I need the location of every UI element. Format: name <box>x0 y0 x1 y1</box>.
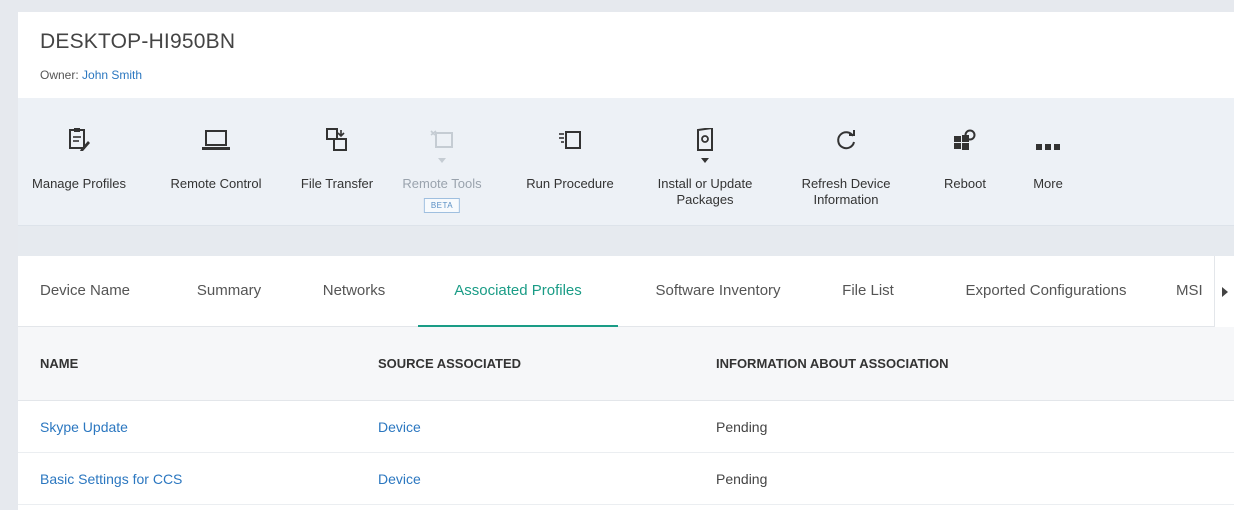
remote-control-button[interactable]: Remote Control <box>156 98 276 226</box>
source-link[interactable]: Device <box>378 401 421 453</box>
remote-tools-label: Remote Tools <box>402 176 482 191</box>
tab-summary[interactable]: Summary <box>186 256 272 327</box>
source-link[interactable]: Device <box>378 453 421 505</box>
tab-associated-profiles[interactable]: Associated Profiles <box>418 256 618 328</box>
section-divider <box>18 226 1234 256</box>
column-header-name[interactable]: NAME <box>40 327 78 401</box>
chevron-right-icon <box>1221 286 1228 297</box>
file-transfer-label: File Transfer <box>300 176 374 191</box>
reboot-label: Reboot <box>944 176 986 191</box>
device-tabs: Device Name Summary Networks Associated … <box>18 256 1234 328</box>
association-info: Pending <box>716 419 768 435</box>
file-transfer-icon <box>322 126 352 154</box>
install-update-label: Install or Update Packages <box>640 176 770 208</box>
install-update-label-line1: Install or Update <box>657 176 753 191</box>
more-button[interactable]: More <box>1018 98 1078 226</box>
remote-tools-button[interactable]: Remote Tools BETA <box>394 98 490 226</box>
file-transfer-button[interactable]: File Transfer <box>286 98 388 226</box>
manage-profiles-button[interactable]: Manage Profiles <box>18 98 140 226</box>
profile-name-link[interactable]: Skype Update <box>40 401 128 453</box>
tab-networks[interactable]: Networks <box>312 256 396 327</box>
tab-msi[interactable]: MSI <box>1176 256 1216 327</box>
remote-control-label: Remote Control <box>170 176 262 191</box>
refresh-icon <box>831 126 861 154</box>
device-header: DESKTOP-HI950BN Owner: John Smith <box>18 12 1234 98</box>
install-update-packages-button[interactable]: Install or Update Packages <box>640 98 770 226</box>
table-row: Basic Settings for CCS Device Pending <box>18 453 1234 505</box>
tab-software-inventory[interactable]: Software Inventory <box>638 256 798 327</box>
manage-profiles-label: Manage Profiles <box>32 176 126 191</box>
more-dots-icon <box>1033 126 1063 154</box>
run-procedure-label: Run Procedure <box>526 176 614 191</box>
package-icon <box>690 126 720 154</box>
device-details-panel: DESKTOP-HI950BN Owner: John Smith Manage… <box>18 12 1234 510</box>
column-header-source[interactable]: SOURCE ASSOCIATED <box>378 327 521 401</box>
device-title: DESKTOP-HI950BN <box>40 30 236 53</box>
more-label: More <box>1033 176 1063 191</box>
profile-name-link[interactable]: Basic Settings for CCS <box>40 453 182 505</box>
chevron-down-icon <box>701 158 709 163</box>
refresh-label: Refresh Device Information <box>786 176 906 208</box>
associated-profiles-table: NAME SOURCE ASSOCIATED INFORMATION ABOUT… <box>18 327 1234 505</box>
laptop-icon <box>201 126 231 154</box>
association-info: Pending <box>716 471 768 487</box>
install-update-label-line2: Packages <box>676 192 734 207</box>
table-row: Skype Update Device Pending <box>18 401 1234 453</box>
reboot-icon <box>950 126 980 154</box>
tab-file-list[interactable]: File List <box>826 256 910 327</box>
remote-tools-icon <box>427 126 457 154</box>
table-header: NAME SOURCE ASSOCIATED INFORMATION ABOUT… <box>18 327 1234 401</box>
manage-profiles-icon <box>64 126 94 154</box>
refresh-label-line1: Refresh Device <box>801 176 891 191</box>
refresh-label-line2: Information <box>813 192 879 207</box>
owner-link[interactable]: John Smith <box>82 68 142 82</box>
owner-line: Owner: John Smith <box>40 68 142 82</box>
reboot-button[interactable]: Reboot <box>930 98 1000 226</box>
run-procedure-button[interactable]: Run Procedure <box>512 98 628 226</box>
run-procedure-icon <box>555 126 585 154</box>
tab-exported-configurations[interactable]: Exported Configurations <box>946 256 1146 327</box>
tab-device-name[interactable]: Device Name <box>40 256 148 327</box>
beta-badge: BETA <box>423 198 461 213</box>
device-toolbar: Manage Profiles Remote Control File Tran… <box>18 98 1234 226</box>
refresh-device-information-button[interactable]: Refresh Device Information <box>786 98 906 226</box>
owner-label: Owner: <box>40 68 79 82</box>
column-header-information[interactable]: INFORMATION ABOUT ASSOCIATION <box>716 327 949 401</box>
chevron-down-icon <box>438 158 446 163</box>
tabs-scroll-right-button[interactable] <box>1214 256 1234 327</box>
